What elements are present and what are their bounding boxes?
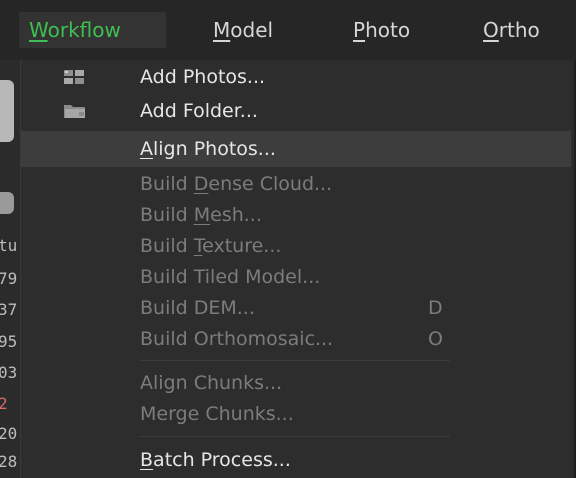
menu-photo-mnemonic: P	[353, 18, 366, 42]
menu-item-label: Build Dense Cloud...	[140, 167, 332, 201]
menu-workflow-mnemonic: W	[29, 18, 48, 42]
menu-item-label: Build Texture...	[140, 229, 281, 263]
menu-workflow[interactable]: Workflow	[19, 12, 166, 48]
label-text: Build	[140, 204, 194, 226]
menu-ortho-label: rtho	[498, 18, 540, 42]
background-text-fragment: 79	[0, 269, 18, 288]
menu-photo[interactable]: Photo	[353, 12, 410, 48]
menu-separator	[140, 360, 450, 361]
background-text-fragment: 95	[0, 332, 18, 351]
menu-bar: Workflow Model Photo Ortho	[0, 0, 576, 60]
menu-item-build-texture[interactable]: Build Texture...	[21, 229, 571, 263]
menu-item-label: Batch Process...	[140, 443, 291, 477]
menu-photo-label: hoto	[365, 18, 411, 42]
menu-ortho[interactable]: Ortho	[483, 12, 540, 48]
label-text: Build DEM...	[140, 297, 255, 319]
label-mnemonic: T	[193, 235, 203, 257]
background-text-fragment: 20	[0, 424, 18, 443]
menu-item-label: Merge Chunks...	[140, 397, 294, 431]
label-text: Add Folder...	[140, 100, 258, 122]
menu-item-merge-chunks[interactable]: Merge Chunks...	[21, 397, 571, 431]
menu-workflow-label: orkflow	[47, 18, 121, 42]
label-text: Build Orthomosaic...	[140, 328, 334, 350]
label-text: atch Process...	[153, 449, 291, 471]
add-folder-icon	[64, 105, 85, 118]
menu-model-mnemonic: M	[213, 18, 231, 42]
label-text: Build Tiled Model...	[140, 266, 321, 288]
menu-model-label: odel	[230, 18, 274, 42]
menu-ortho-mnemonic: O	[483, 18, 499, 42]
background-list-icon	[0, 192, 14, 214]
background-text-fragment: 37	[0, 300, 18, 319]
menu-item-label: Add Photos...	[140, 60, 265, 94]
menu-item-align-chunks[interactable]: Align Chunks...	[21, 366, 571, 400]
background-text-fragment: 2	[0, 394, 8, 413]
add-photos-icon	[64, 70, 84, 84]
label-text: Align Chunks...	[140, 372, 283, 394]
menu-item-build-dense-cloud[interactable]: Build Dense Cloud...	[21, 167, 571, 201]
label-text: lign Photos...	[153, 138, 276, 160]
menu-item-label: Align Photos...	[140, 131, 276, 167]
menu-model[interactable]: Model	[213, 12, 273, 48]
label-text: Build	[140, 173, 194, 195]
background-widget	[0, 80, 14, 142]
label-text: esh...	[210, 204, 262, 226]
menu-item-build-mesh[interactable]: Build Mesh...	[21, 198, 571, 232]
menu-item-label: Align Chunks...	[140, 366, 282, 400]
label-mnemonic: M	[193, 204, 211, 226]
menu-item-shortcut: D	[428, 297, 443, 319]
background-text-fragment: 28	[0, 452, 18, 471]
app-window: Workflow Model Photo Ortho tu 79 37 95 0…	[0, 0, 576, 478]
label-mnemonic: A	[140, 138, 153, 160]
menu-separator	[140, 436, 450, 437]
label-text: Merge Chunks...	[140, 403, 294, 425]
label-text: exture...	[202, 235, 282, 257]
label-mnemonic: B	[140, 449, 154, 471]
background-panel-strip: tu 79 37 95 03 2 20 28	[0, 60, 20, 478]
workflow-dropdown-menu: Add Photos... Add Folder... Align Photos…	[20, 60, 574, 478]
menu-item-label: Build Tiled Model...	[140, 260, 320, 294]
menu-item-build-dem[interactable]: Build DEM... D	[21, 291, 571, 325]
label-text: Add Photos...	[140, 66, 266, 88]
label-text: ense Cloud...	[208, 173, 333, 195]
label-mnemonic: D	[193, 173, 209, 195]
menu-item-label: Add Folder...	[140, 94, 258, 128]
menu-item-label: Build DEM...	[140, 291, 255, 325]
menu-item-align-photos[interactable]: Align Photos...	[21, 131, 571, 167]
menu-item-shortcut: O	[428, 328, 443, 350]
menu-item-add-folder[interactable]: Add Folder...	[21, 94, 571, 128]
menu-item-label: Build Mesh...	[140, 198, 262, 232]
background-text-fragment: 03	[0, 363, 18, 382]
menu-item-batch-process[interactable]: Batch Process...	[21, 443, 571, 477]
label-text: Build	[140, 235, 194, 257]
menu-item-build-orthomosaic[interactable]: Build Orthomosaic... O	[21, 322, 571, 356]
menu-item-build-tiled-model[interactable]: Build Tiled Model...	[21, 260, 571, 294]
background-text-fragment: tu	[0, 236, 18, 255]
menu-item-label: Build Orthomosaic...	[140, 322, 333, 356]
menu-item-add-photos[interactable]: Add Photos...	[21, 60, 571, 94]
